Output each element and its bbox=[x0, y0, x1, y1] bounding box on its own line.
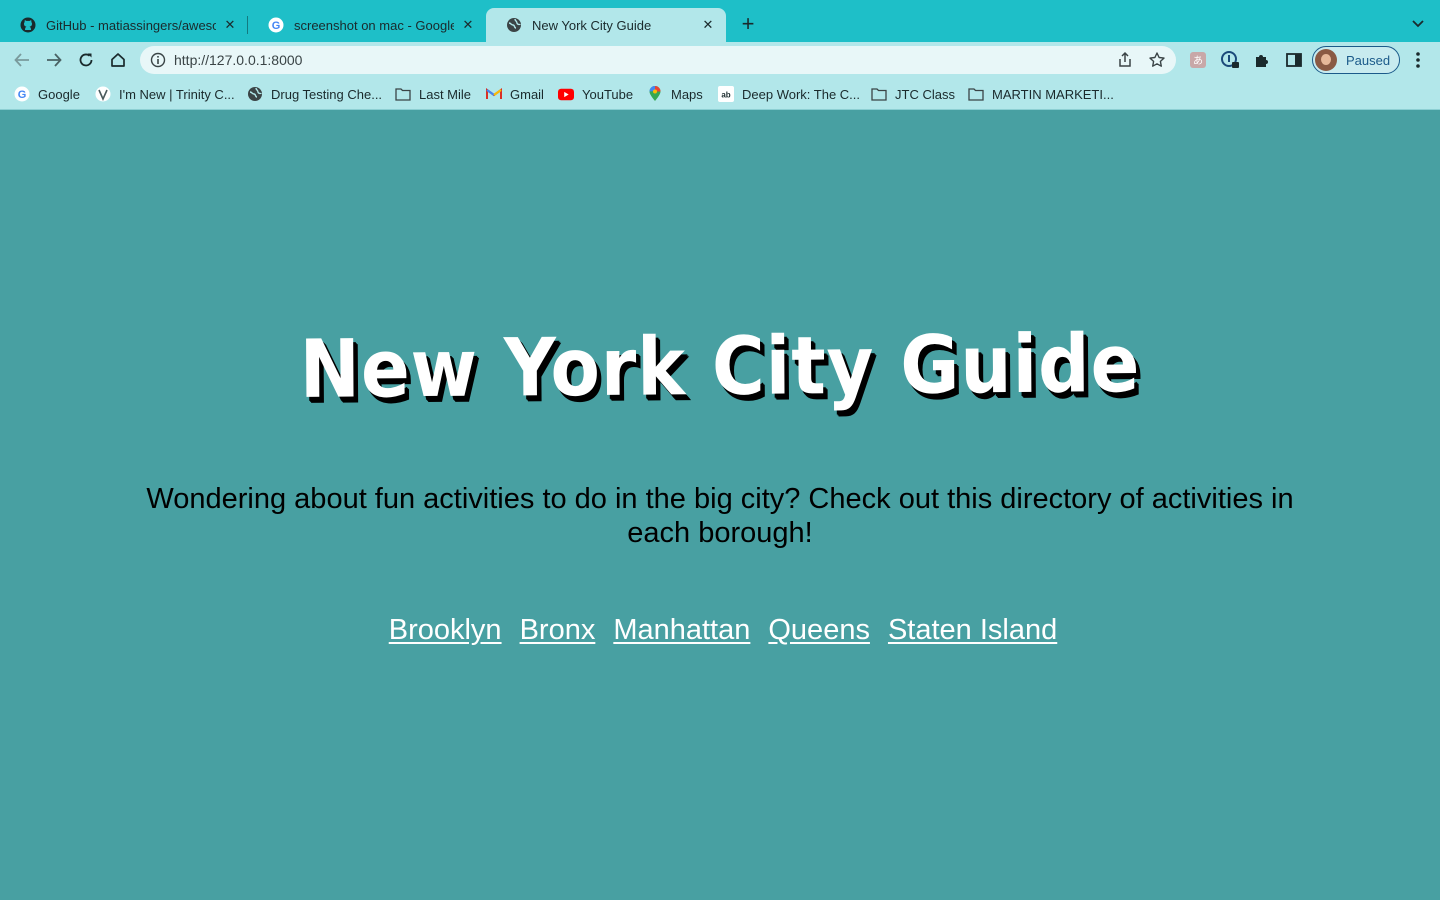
share-icon[interactable] bbox=[1116, 51, 1134, 69]
forward-arrow-icon[interactable] bbox=[42, 48, 66, 72]
tab-title: screenshot on mac - Google Search bbox=[294, 17, 454, 33]
close-tab-icon[interactable]: ✕ bbox=[460, 17, 476, 33]
tab-strip: GitHub - matiassingers/awesome ✕ G scree… bbox=[0, 0, 1440, 42]
bookmark-label: Google bbox=[38, 86, 80, 102]
avatar bbox=[1315, 49, 1337, 71]
bookmark-label: JTC Class bbox=[895, 86, 955, 102]
bookmark-folder-jtc-class[interactable]: JTC Class bbox=[871, 84, 955, 104]
page-title: New York City Guide bbox=[299, 317, 1141, 416]
intro-paragraph: Wondering about fun activities to do in … bbox=[146, 483, 1294, 549]
extensions-puzzle-icon[interactable] bbox=[1250, 48, 1274, 72]
tab-title: New York City Guide bbox=[532, 17, 652, 33]
svg-text:ab: ab bbox=[721, 91, 730, 100]
tab-google-search[interactable]: G screenshot on mac - Google Search ✕ bbox=[248, 8, 486, 42]
svg-text:あ: あ bbox=[1193, 55, 1203, 67]
bookmark-star-icon[interactable] bbox=[1148, 51, 1166, 69]
globe-icon bbox=[506, 17, 522, 33]
borough-link-staten-island[interactable]: Staten Island bbox=[888, 614, 1057, 647]
profile-button[interactable]: Paused bbox=[1312, 46, 1400, 74]
side-panel-icon[interactable] bbox=[1282, 48, 1306, 72]
more-menu-icon[interactable] bbox=[1406, 48, 1430, 72]
bookmark-trinity[interactable]: I'm New | Trinity C... bbox=[95, 84, 235, 104]
folder-icon bbox=[968, 86, 984, 102]
url-text[interactable]: http://127.0.0.1:8000 bbox=[174, 52, 302, 68]
tab-title: GitHub - matiassingers/awesome bbox=[46, 17, 216, 33]
bookmark-label: YouTube bbox=[582, 86, 634, 102]
tab-github[interactable]: GitHub - matiassingers/awesome ✕ bbox=[0, 8, 248, 42]
folder-icon bbox=[871, 86, 887, 102]
bookmark-drug-testing[interactable]: Drug Testing Che... bbox=[247, 84, 382, 104]
bookmark-label: Last Mile bbox=[419, 86, 472, 102]
reload-icon[interactable] bbox=[74, 48, 98, 72]
close-tab-icon[interactable]: ✕ bbox=[222, 17, 238, 33]
globe-icon bbox=[247, 86, 263, 102]
site-info-icon[interactable] bbox=[150, 52, 166, 68]
tab-nyc-guide-active[interactable]: New York City Guide ✕ bbox=[486, 8, 726, 42]
back-arrow-icon[interactable] bbox=[10, 48, 34, 72]
bookmark-youtube[interactable]: YouTube bbox=[558, 84, 633, 104]
page-content: New York City Guide Wondering about fun … bbox=[0, 110, 1440, 900]
borough-links: Brooklyn Bronx Manhattan Queens Staten I… bbox=[0, 614, 1440, 647]
close-tab-icon[interactable]: ✕ bbox=[700, 17, 716, 33]
new-tab-button[interactable]: + bbox=[736, 13, 760, 37]
bookmark-folder-last-mile[interactable]: Last Mile bbox=[395, 84, 471, 104]
ab-icon: ab bbox=[718, 86, 734, 102]
bookmark-folder-martin-marketing[interactable]: MARTIN MARKETI... bbox=[968, 84, 1114, 104]
bookmark-label: Gmail bbox=[510, 86, 544, 102]
svg-text:G: G bbox=[272, 20, 281, 32]
maps-icon bbox=[647, 86, 663, 102]
bookmark-label: I'm New | Trinity C... bbox=[119, 86, 235, 102]
borough-link-queens[interactable]: Queens bbox=[768, 614, 870, 647]
tab-search-chevron-icon[interactable] bbox=[1406, 12, 1430, 36]
bookmark-label: Drug Testing Che... bbox=[271, 86, 383, 102]
bookmark-maps[interactable]: Maps bbox=[647, 84, 703, 104]
bookmark-gmail[interactable]: Gmail bbox=[486, 84, 544, 104]
home-icon[interactable] bbox=[106, 48, 130, 72]
borough-link-brooklyn[interactable]: Brooklyn bbox=[389, 614, 502, 647]
bookmarks-bar: G Google I'm New | Trinity C... Drug Tes… bbox=[0, 78, 1440, 110]
bookmark-label: MARTIN MARKETI... bbox=[992, 86, 1114, 102]
bookmark-deep-work[interactable]: ab Deep Work: The C... bbox=[718, 84, 860, 104]
borough-link-manhattan[interactable]: Manhattan bbox=[613, 614, 750, 647]
bookmark-label: Deep Work: The C... bbox=[742, 86, 861, 102]
browser-toolbar: http://127.0.0.1:8000 あ Paused bbox=[0, 42, 1440, 78]
youtube-icon bbox=[558, 86, 574, 102]
profile-status-label: Paused bbox=[1346, 52, 1391, 68]
google-icon: G bbox=[14, 86, 30, 102]
borough-link-bronx[interactable]: Bronx bbox=[520, 614, 596, 647]
bookmark-label: Maps bbox=[671, 86, 703, 102]
github-icon bbox=[20, 17, 36, 33]
extension-translate-icon[interactable]: あ bbox=[1186, 48, 1210, 72]
bookmark-google[interactable]: G Google bbox=[14, 84, 80, 104]
extension-password-icon[interactable] bbox=[1218, 48, 1242, 72]
address-bar[interactable]: http://127.0.0.1:8000 bbox=[140, 46, 1176, 74]
trinity-icon bbox=[95, 86, 111, 102]
google-icon: G bbox=[268, 17, 284, 33]
folder-icon bbox=[395, 86, 411, 102]
gmail-icon bbox=[486, 86, 502, 102]
svg-text:G: G bbox=[18, 89, 27, 101]
